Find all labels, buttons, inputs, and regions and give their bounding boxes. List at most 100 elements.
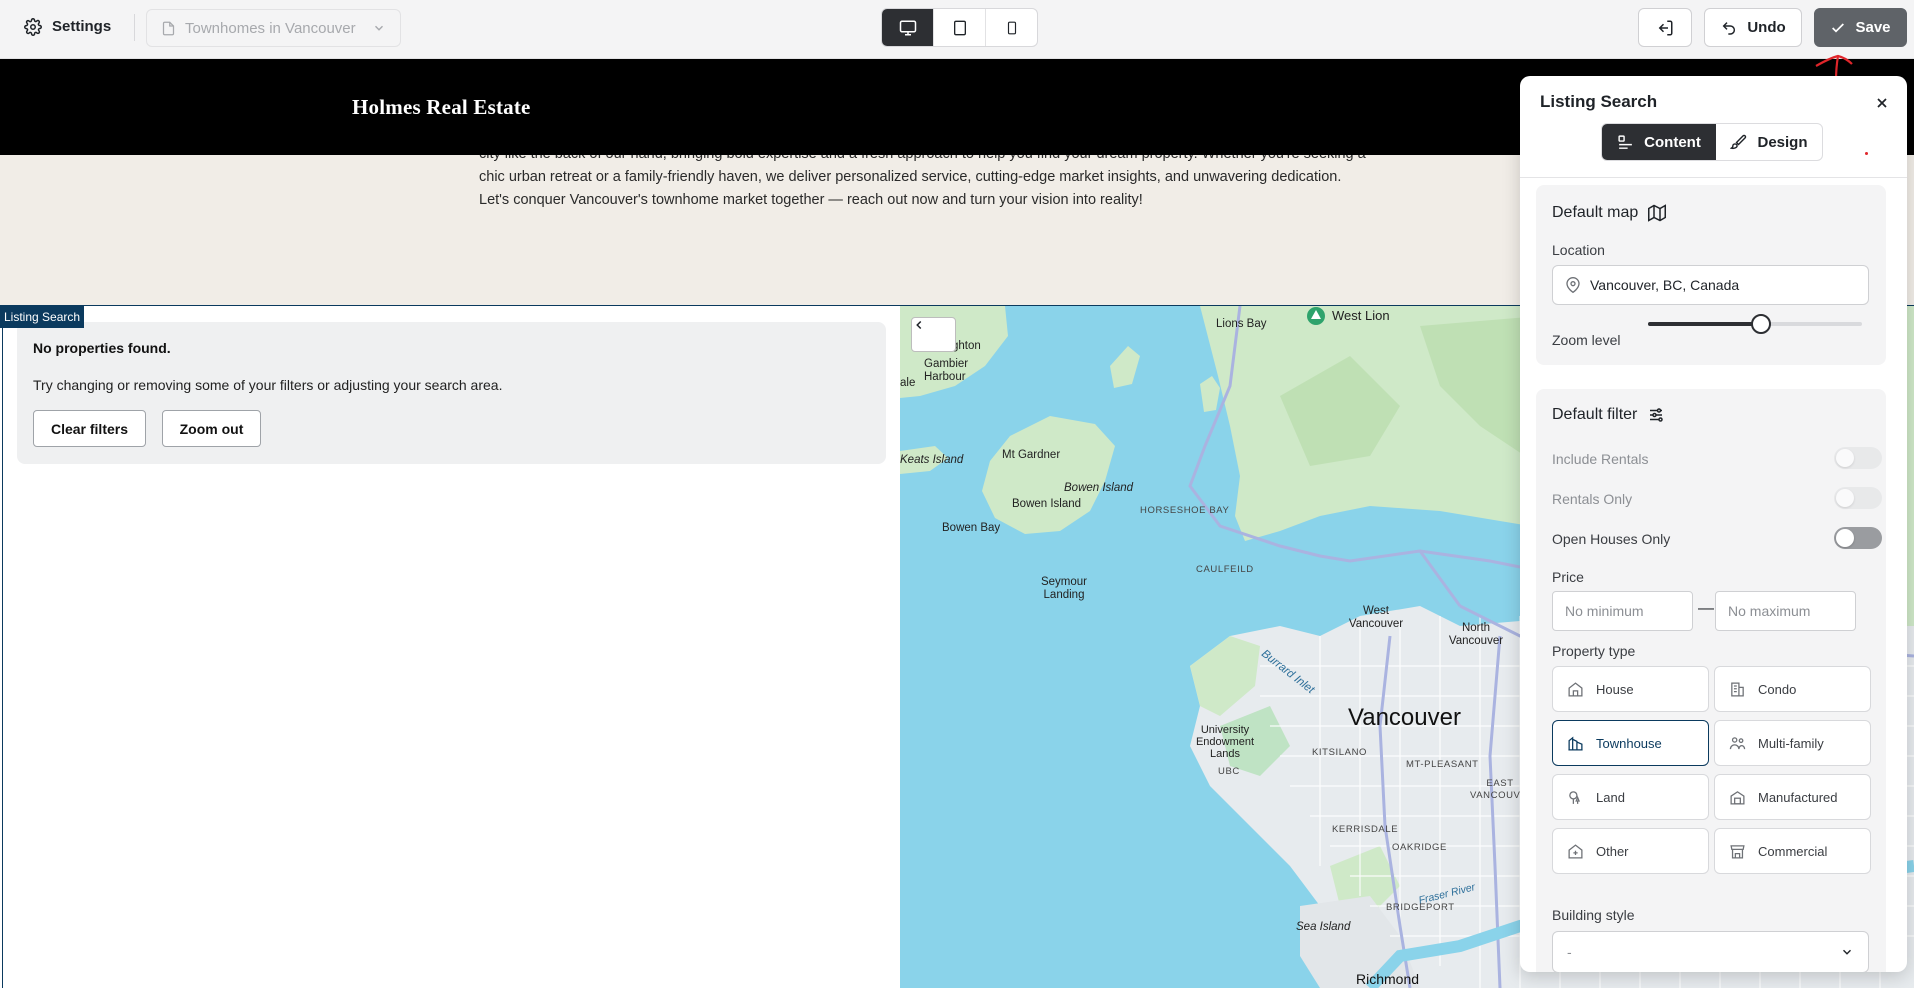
price-max-input[interactable]: No maximum	[1715, 591, 1856, 631]
default-map-title-text: Default map	[1552, 204, 1639, 221]
property-type-label-text: Other	[1596, 843, 1629, 859]
map-label: Gambier Harbour	[924, 358, 969, 383]
map-label: CAULFEILD	[1196, 564, 1254, 575]
property-type-townhouse[interactable]: Townhouse	[1552, 720, 1709, 766]
property-type-commercial[interactable]: Commercial	[1714, 828, 1871, 874]
map-label: Bowen Island	[1012, 498, 1082, 510]
map-pin-icon	[1565, 276, 1581, 294]
default-map-card: Default map Location Vancouver, BC, Cana…	[1536, 185, 1886, 365]
map-label: Vancouver	[1348, 704, 1461, 731]
map-collapse-button[interactable]	[911, 317, 956, 352]
no-results-title: No properties found.	[33, 340, 171, 356]
zoom-level-slider[interactable]	[1648, 314, 1862, 334]
slider-thumb[interactable]	[1751, 314, 1772, 334]
toggle-knob	[1836, 489, 1854, 507]
map-label: ghton	[952, 340, 981, 352]
file-icon	[161, 20, 176, 37]
price-min-input[interactable]: No minimum	[1552, 591, 1693, 631]
property-type-land[interactable]: Land	[1552, 774, 1709, 820]
desktop-view-button[interactable]	[882, 9, 933, 46]
tablet-view-button[interactable]	[933, 9, 985, 46]
zoom-out-button[interactable]: Zoom out	[162, 410, 261, 447]
map-label: Sea Island	[1296, 921, 1351, 933]
device-switcher	[881, 8, 1038, 47]
mobile-view-button[interactable]	[985, 9, 1037, 46]
open-houses-only-toggle[interactable]	[1834, 527, 1882, 549]
save-label: Save	[1855, 19, 1891, 36]
property-type-house[interactable]: House	[1552, 666, 1709, 712]
panel-title: Listing Search	[1540, 92, 1658, 111]
map-icon	[1648, 204, 1667, 222]
page-select-value: Townhomes in Vancouver	[185, 19, 356, 37]
location-label: Location	[1552, 242, 1605, 258]
land-mass-bowen-island	[982, 416, 1115, 534]
map-label: BRIDGEPORT	[1386, 902, 1455, 913]
chevron-down-icon	[372, 21, 386, 35]
undo-label: Undo	[1747, 19, 1786, 36]
property-type-label-text: Commercial	[1758, 843, 1828, 859]
no-results-text: Try changing or removing some of your fi…	[33, 377, 503, 393]
store-icon	[1729, 843, 1746, 860]
clear-filters-button[interactable]: Clear filters	[33, 410, 146, 447]
brand-logo-text[interactable]: Holmes Real Estate	[352, 95, 531, 120]
include-rentals-toggle[interactable]	[1834, 447, 1882, 469]
house-plus-icon	[1567, 843, 1584, 860]
about-line: chic urban retreat or a family-friendly …	[479, 169, 1342, 185]
map-label: North Vancouver	[1448, 622, 1504, 647]
map-label: Seymour Landing	[1040, 576, 1088, 601]
location-value: Vancouver, BC, Canada	[1590, 277, 1740, 293]
tree-icon	[1567, 789, 1584, 806]
tab-design[interactable]: Design	[1716, 124, 1822, 160]
about-line: Let's conquer Vancouver's townhome marke…	[479, 192, 1143, 208]
no-results-box: No properties found. Try changing or rem…	[17, 322, 886, 464]
desktop-icon	[899, 19, 917, 37]
panel-tabs: Content Design	[1601, 123, 1823, 161]
map-label: KITSILANO	[1312, 747, 1368, 758]
manufactured-home-icon	[1729, 789, 1746, 806]
property-type-label-text: Townhouse	[1596, 735, 1662, 751]
toggle-knob	[1836, 449, 1854, 467]
building-style-label: Building style	[1552, 907, 1635, 923]
mobile-icon	[1005, 19, 1019, 37]
map-label: Bowen Bay	[942, 522, 1001, 534]
settings-button[interactable]: Settings	[24, 13, 111, 40]
page-select[interactable]: Townhomes in Vancouver	[146, 9, 401, 47]
results-pane: No properties found. Try changing or rem…	[2, 306, 899, 988]
map-label: West Lion	[1332, 308, 1390, 323]
map-label: West Vancouver	[1348, 605, 1404, 630]
property-type-condo[interactable]: Condo	[1714, 666, 1871, 712]
property-type-manufactured[interactable]: Manufactured	[1714, 774, 1871, 820]
map-label: UBC	[1218, 766, 1240, 777]
map-label: Mt Gardner	[1002, 449, 1061, 461]
building-style-value: -	[1567, 944, 1572, 960]
map-label: ale	[900, 377, 916, 389]
exit-editor-button[interactable]	[1638, 8, 1692, 47]
townhouse-icon	[1567, 735, 1584, 752]
tab-content[interactable]: Content	[1602, 124, 1716, 160]
slider-fill	[1648, 322, 1762, 326]
map-label: University Endowment Lands	[1195, 724, 1255, 760]
property-type-label-text: Condo	[1758, 681, 1797, 697]
map-label: HORSESHOE BAY	[1140, 505, 1230, 516]
house-icon	[1567, 681, 1584, 698]
chevron-down-icon	[1840, 945, 1854, 959]
default-filter-title-text: Default filter	[1552, 406, 1638, 423]
panel-divider	[1520, 177, 1907, 178]
property-type-label-text: House	[1596, 681, 1634, 697]
tablet-icon	[952, 19, 968, 37]
property-type-other[interactable]: Other	[1552, 828, 1709, 874]
building-style-select[interactable]: -	[1552, 931, 1869, 972]
listing-search-settings-panel: Listing Search Content Design Default ma…	[1520, 76, 1907, 972]
close-icon[interactable]	[1868, 89, 1896, 117]
location-input[interactable]: Vancouver, BC, Canada	[1552, 265, 1869, 305]
about-text: city like the back of our hand, bringing…	[479, 155, 1439, 212]
map-label: OAKRIDGE	[1392, 842, 1447, 853]
undo-button[interactable]: Undo	[1704, 8, 1802, 47]
about-line: city like the back of our hand, bringing…	[479, 155, 1439, 166]
save-button[interactable]: Save	[1814, 8, 1907, 47]
property-type-multi-family[interactable]: Multi-family	[1714, 720, 1871, 766]
rentals-only-toggle[interactable]	[1834, 487, 1882, 509]
open-houses-only-label: Open Houses Only	[1552, 531, 1671, 547]
settings-label: Settings	[52, 18, 112, 35]
toolbar-divider	[134, 14, 135, 41]
